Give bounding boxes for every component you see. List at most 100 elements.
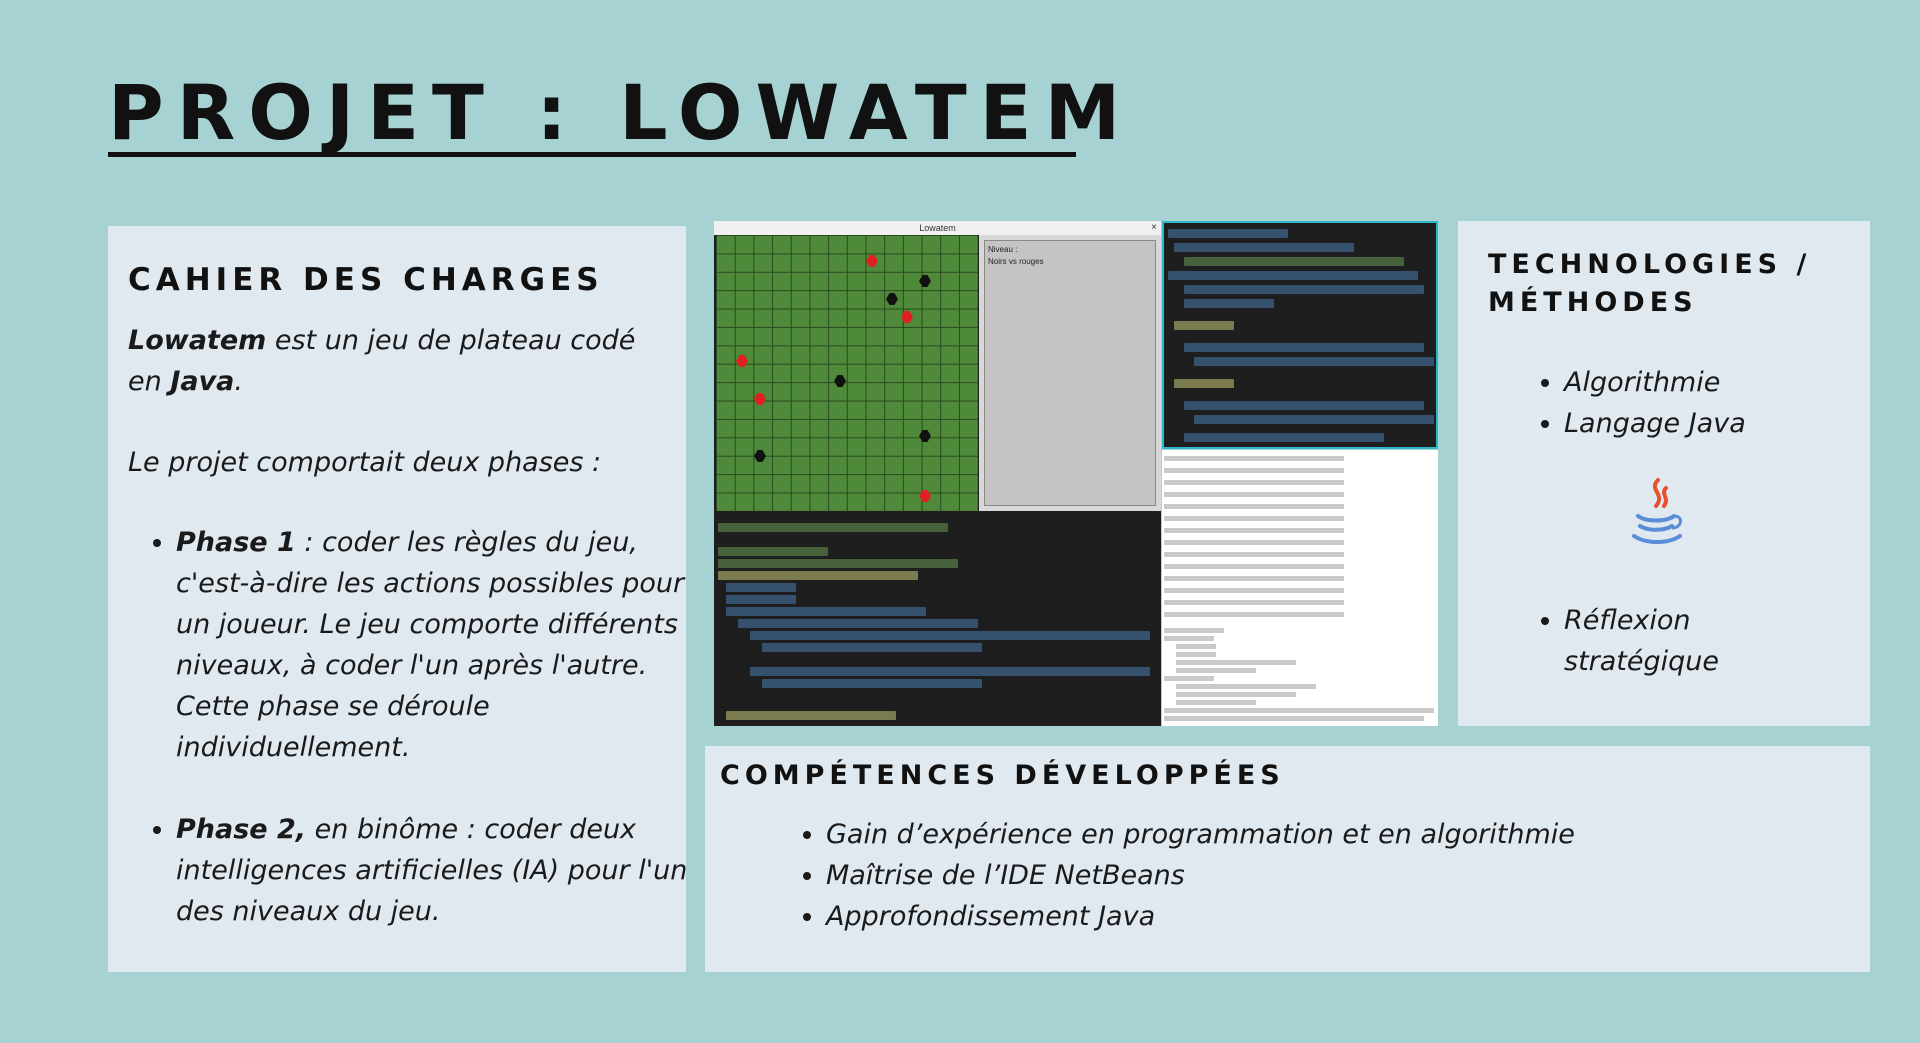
console-line	[1164, 708, 1434, 713]
black-unit	[754, 450, 766, 462]
code-line	[1184, 285, 1424, 294]
console-line	[1176, 684, 1316, 689]
page-title: PROJET : LOWATEM	[108, 68, 1134, 157]
console-line	[1164, 456, 1344, 461]
phase1-text: : coder les règles du jeu, c'est-à-dire …	[176, 527, 685, 763]
console-line	[1164, 600, 1344, 605]
red-unit	[754, 393, 766, 405]
code-line	[718, 547, 828, 556]
console-line	[1176, 668, 1256, 673]
console-output-screenshot	[1162, 450, 1438, 726]
code-line	[1184, 401, 1424, 410]
console-line	[1164, 552, 1344, 557]
technologies-heading: TECHNOLOGIES / MÉTHODES	[1488, 249, 1812, 318]
console-line	[1164, 576, 1344, 581]
console-line	[1164, 504, 1344, 509]
console-line	[1164, 540, 1344, 545]
competence-item: Gain d’expérience en programmation et en…	[826, 814, 1886, 855]
console-line	[1176, 652, 1216, 657]
console-line	[1164, 516, 1344, 521]
competence-item: Maîtrise de l’IDE NetBeans	[826, 855, 1886, 896]
code-line	[718, 571, 918, 580]
java-icon	[1632, 478, 1682, 544]
phase1-label: Phase 1	[176, 527, 296, 558]
competences-list: Gain d’expérience en programmation et en…	[778, 814, 1886, 937]
console-line	[1164, 628, 1224, 633]
technologies-list: Algorithmie Langage Java	[1516, 362, 1894, 444]
cahier-heading: CAHIER DES CHARGES	[128, 262, 604, 298]
console-line	[1164, 468, 1344, 473]
board-side-panel: Niveau : Noirs vs rouges	[979, 235, 1161, 511]
niveau-value: Noirs vs rouges	[988, 257, 1044, 266]
code-line	[750, 631, 1150, 640]
console-line	[1164, 564, 1344, 569]
red-unit	[866, 255, 878, 267]
console-line	[1176, 644, 1216, 649]
code-line	[1194, 415, 1434, 424]
competences-heading: COMPÉTENCES DÉVELOPPÉES	[720, 760, 1285, 791]
technologies-list-2: Réflexion stratégique	[1516, 600, 1894, 682]
phases-list: Phase 1 : coder les règles du jeu, c'est…	[128, 522, 706, 932]
phase2-item: Phase 2, en binôme : coder deux intellig…	[176, 809, 706, 932]
code-line	[726, 583, 796, 592]
code-line	[1184, 343, 1424, 352]
java-bold: Java	[170, 366, 235, 397]
code-line	[1174, 243, 1354, 252]
code-line	[762, 643, 982, 652]
console-line	[1164, 716, 1424, 721]
black-unit	[834, 375, 846, 387]
console-line	[1164, 676, 1214, 681]
console-line	[1164, 492, 1344, 497]
java-code-lower	[714, 511, 1161, 726]
red-unit	[736, 355, 748, 367]
game-window-title: Lowatem	[919, 223, 956, 233]
code-screenshot	[1162, 221, 1438, 449]
code-line	[1184, 257, 1404, 266]
game-board	[716, 235, 978, 511]
lowatem-bold: Lowatem	[128, 325, 267, 356]
console-line	[1164, 636, 1214, 641]
code-line	[1194, 357, 1434, 366]
code-line	[718, 523, 948, 532]
code-line	[718, 559, 958, 568]
title-underline	[108, 152, 1076, 157]
red-unit	[919, 490, 931, 502]
phase1-item: Phase 1 : coder les règles du jeu, c'est…	[176, 522, 706, 768]
competence-item: Approfondissement Java	[826, 896, 1886, 937]
code-line	[726, 607, 926, 616]
phase2-label: Phase 2,	[176, 814, 307, 845]
game-screenshot: Lowatem × Niveau : Noirs vs rouges	[714, 221, 1161, 726]
code-line	[1168, 229, 1288, 238]
code-line	[750, 667, 1150, 676]
black-unit	[919, 275, 931, 287]
cahier-intro: Lowatem est un jeu de plateau codé en Ja…	[128, 320, 648, 402]
console-line	[1164, 480, 1344, 485]
console-line	[1164, 588, 1344, 593]
niveau-label: Niveau :	[988, 245, 1018, 254]
code-line	[1184, 433, 1384, 442]
phases-intro: Le projet comportait deux phases :	[128, 447, 602, 478]
code-line	[726, 711, 896, 720]
intro-end: .	[234, 366, 243, 397]
tech-item-java: Langage Java	[1564, 403, 1894, 444]
tech-item-reflexion: Réflexion stratégique	[1564, 600, 1744, 682]
code-line	[762, 679, 982, 688]
black-unit	[919, 430, 931, 442]
code-line	[1174, 321, 1234, 330]
code-line	[1184, 299, 1274, 308]
console-line	[1164, 612, 1344, 617]
close-icon: ×	[1151, 222, 1157, 233]
tech-item-algorithmie: Algorithmie	[1564, 362, 1894, 403]
code-line	[738, 619, 978, 628]
game-window-titlebar: Lowatem ×	[714, 221, 1161, 235]
console-line	[1176, 700, 1256, 705]
console-line	[1176, 660, 1296, 665]
code-line	[1174, 379, 1234, 388]
red-unit	[901, 311, 913, 323]
code-line	[1168, 271, 1418, 280]
code-line	[726, 595, 796, 604]
console-line	[1176, 692, 1296, 697]
black-unit	[886, 293, 898, 305]
console-line	[1164, 528, 1344, 533]
niveau-box: Niveau : Noirs vs rouges	[984, 240, 1156, 506]
